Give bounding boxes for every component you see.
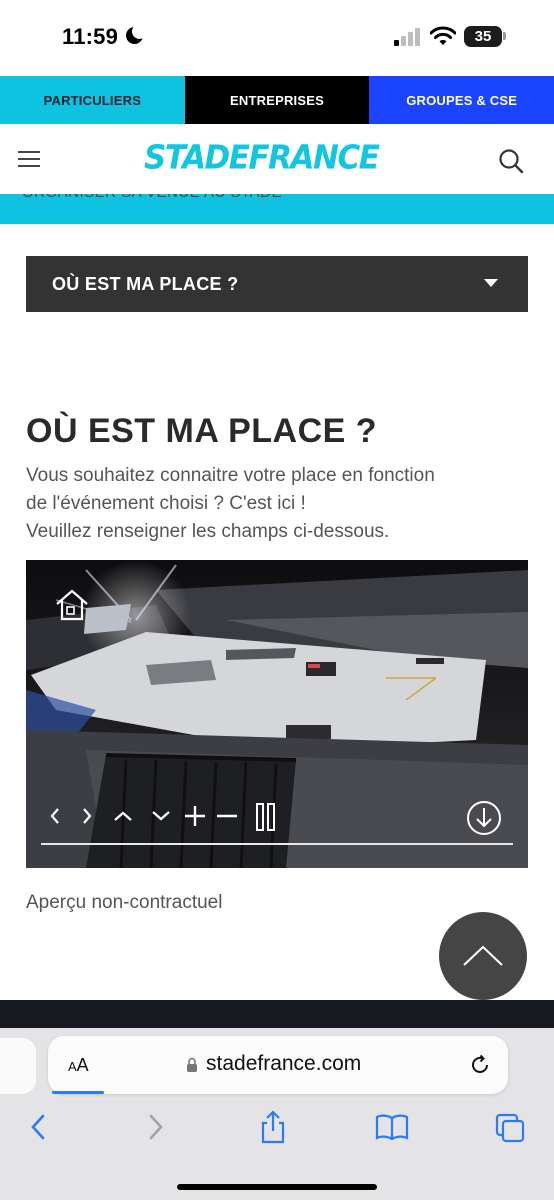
intro-line: Veuillez renseigner les champs ci-dessou… [26, 521, 390, 542]
zoom-in-icon[interactable] [183, 804, 207, 828]
home-indicator [177, 1184, 377, 1190]
page-footer [0, 1000, 554, 1028]
site-logo[interactable]: STADEFRANCE [144, 139, 380, 177]
tab-groupes-cse[interactable]: GROUPES & CSE [369, 76, 554, 124]
url-text[interactable]: stadefrance.com [206, 1052, 361, 1076]
seat-view-viewer[interactable] [26, 560, 528, 868]
intro-line: de l'événement choisi ? C'est ici ! [26, 493, 306, 514]
menu-icon[interactable] [18, 151, 40, 167]
address-bar[interactable]: AA stadefrance.com [48, 1036, 508, 1094]
zoom-out-icon[interactable] [215, 804, 239, 828]
page-title: OÙ EST MA PLACE ? [26, 412, 378, 450]
intro-text: Vous souhaitez connaitre votre place en … [26, 462, 536, 546]
search-icon[interactable] [498, 148, 524, 174]
status-time: 11:59 [62, 24, 119, 49]
chevron-down-icon[interactable] [150, 809, 172, 823]
tab-particuliers[interactable]: PARTICULIERS [0, 76, 185, 124]
bookmarks-icon[interactable] [374, 1112, 410, 1147]
site-header: STADEFRANCE [0, 124, 554, 194]
status-bar: 11:59 35 [0, 0, 554, 76]
viewer-progress-line [41, 843, 513, 845]
download-icon[interactable] [466, 800, 502, 836]
tabs-icon[interactable] [494, 1112, 526, 1149]
share-icon[interactable] [258, 1110, 288, 1149]
pause-icon[interactable] [255, 802, 277, 832]
moon-icon [126, 24, 147, 44]
wifi-icon [429, 26, 457, 46]
chevron-up-icon[interactable] [112, 809, 134, 823]
preview-caption: Aperçu non-contractuel [26, 892, 223, 913]
tab-entreprises[interactable]: ENTREPRISES [184, 76, 370, 124]
lock-icon [186, 1057, 198, 1073]
chevron-right-icon[interactable] [80, 806, 94, 826]
battery-tip [503, 32, 506, 40]
intro-line: Vous souhaitez connaitre votre place en … [26, 465, 435, 486]
accordion-label: OÙ EST MA PLACE ? [52, 274, 239, 294]
scroll-to-top-button[interactable] [439, 912, 527, 1000]
stadium-view-image [26, 560, 528, 868]
home-icon[interactable] [54, 588, 90, 622]
sub-banner: ORGANISER SA VENUE AU STADE [0, 190, 554, 224]
browser-toolbar: AA stadefrance.com [0, 1028, 554, 1200]
previous-tab-preview[interactable] [0, 1038, 36, 1094]
chevron-up-icon [463, 945, 503, 966]
audience-tabs: PARTICULIERS ENTREPRISES GROUPES & CSE [0, 76, 554, 124]
battery-icon: 35 [464, 26, 502, 47]
reader-settings-button[interactable]: AA [68, 1055, 89, 1076]
where-is-my-seat-accordion[interactable]: OÙ EST MA PLACE ? [26, 256, 528, 312]
chevron-left-icon[interactable] [48, 806, 62, 826]
back-icon[interactable] [28, 1112, 48, 1147]
cellular-signal-icon [394, 28, 422, 46]
forward-icon[interactable] [146, 1112, 166, 1147]
caret-down-icon [484, 279, 498, 287]
reload-icon[interactable] [468, 1053, 492, 1077]
tab-indicator [52, 1091, 104, 1094]
